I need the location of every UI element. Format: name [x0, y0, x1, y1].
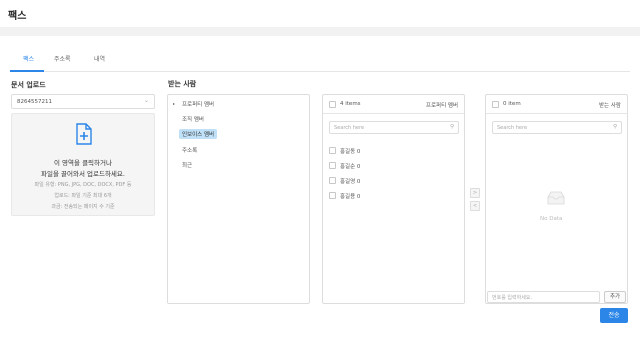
source-list-panel: 4 items 프로퍼티 멤버 Search here ⚲ 홍길동 0 홍길순 …	[322, 94, 465, 304]
tree-item-invoice-members[interactable]: 인보이스 멤버	[179, 129, 218, 139]
source-search-input[interactable]: Search here ⚲	[329, 121, 459, 134]
move-left-button[interactable]: <	[470, 201, 480, 211]
header-divider-band	[0, 27, 640, 36]
member-item[interactable]: 홍길영 0	[340, 177, 360, 185]
tab-address-book[interactable]: 주소록	[54, 54, 71, 63]
search-icon: ⚲	[612, 124, 617, 130]
upload-dropzone[interactable]: 이 영역을 클릭하거나 파일을 끌어와서 업로드하세요. 파일 유형: PNG,…	[11, 113, 155, 216]
recipients-section-title: 받는 사람	[168, 80, 197, 88]
fax-number-input[interactable]: 번호를 입력하세요.	[487, 291, 600, 303]
source-list-title: 프로퍼티 멤버	[425, 103, 458, 109]
fax-number-select[interactable]: 8264557211 ⌄	[11, 94, 155, 109]
page-title: 팩스	[8, 11, 27, 22]
tree-item-property-members[interactable]: 프로퍼티 멤버	[182, 100, 214, 108]
send-button[interactable]: 전송	[600, 308, 628, 323]
file-plus-icon	[76, 123, 92, 145]
member-checkbox[interactable]	[329, 192, 336, 199]
panel-divider	[323, 113, 464, 114]
member-item[interactable]: 홍길동 0	[340, 147, 360, 155]
tree-item-address-book[interactable]: 주소록	[182, 146, 197, 154]
member-checkbox[interactable]	[329, 162, 336, 169]
member-item[interactable]: 홍길순 0	[340, 162, 360, 170]
dropzone-info-limit: 업로드: 파일 기준 최대 6개	[54, 193, 112, 199]
member-checkbox[interactable]	[329, 147, 336, 154]
source-count-label: 4 items	[340, 101, 361, 107]
select-all-target-checkbox[interactable]	[492, 101, 499, 108]
move-right-button[interactable]: >	[470, 188, 480, 198]
empty-state-text: No Data	[540, 216, 563, 222]
select-all-checkbox[interactable]	[329, 101, 336, 108]
dropzone-instruction-2: 파일을 끌어와서 업로드하세요.	[41, 170, 125, 178]
member-checkbox[interactable]	[329, 177, 336, 184]
source-search-placeholder: Search here	[334, 125, 365, 131]
upload-section-title: 문서 업로드	[11, 81, 46, 89]
target-count-label: 0 item	[503, 101, 521, 107]
caret-right-icon[interactable]: ▸	[173, 101, 175, 106]
active-tab-indicator	[10, 70, 44, 72]
tab-history[interactable]: 내역	[94, 54, 105, 63]
dropzone-instruction-1: 이 영역을 클릭하거나	[54, 159, 112, 167]
search-icon: ⚲	[449, 124, 454, 130]
target-search-placeholder: Search here	[497, 125, 528, 131]
tree-item-organization-members[interactable]: 조직 멤버	[182, 115, 204, 123]
inbox-icon	[547, 191, 565, 205]
tab-fax[interactable]: 팩스	[23, 54, 34, 63]
tree-item-recent[interactable]: 최근	[182, 161, 192, 169]
target-list-title: 받는 사람	[599, 103, 621, 109]
chevron-down-icon: ⌄	[143, 97, 149, 104]
dropzone-info-types: 파일 유형: PNG, JPG, DOC, DOCX, PDF 등	[34, 182, 132, 188]
dropzone-info-billing: 과금: 전송되는 페이지 수 기준	[51, 204, 115, 210]
member-item[interactable]: 홍길용 0	[340, 192, 360, 200]
target-search-input[interactable]: Search here ⚲	[492, 121, 622, 134]
add-number-button[interactable]: 추가	[604, 291, 626, 303]
recipient-tree-panel: ▸ 프로퍼티 멤버 조직 멤버 인보이스 멤버 주소록 최근	[167, 94, 310, 304]
panel-divider	[486, 113, 627, 114]
fax-number-placeholder: 번호를 입력하세요.	[492, 295, 532, 301]
tab-bar: 팩스 주소록 내역	[10, 50, 630, 72]
fax-number-select-value: 8264557211	[17, 99, 52, 105]
